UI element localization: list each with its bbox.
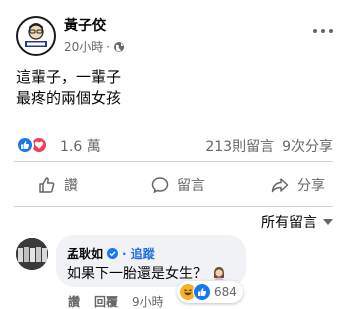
commenter-avatar[interactable] <box>16 238 48 270</box>
follow-link[interactable]: · 追蹤 <box>122 245 155 262</box>
like-button-label: 讚 <box>64 178 78 194</box>
caret-down-icon <box>323 219 333 225</box>
comment-time[interactable]: 9小時 <box>132 293 164 309</box>
globe-icon <box>114 41 125 52</box>
author-avatar[interactable] <box>16 16 56 56</box>
reaction-icons[interactable] <box>16 136 48 154</box>
comment-reactions[interactable]: 684 <box>177 281 243 303</box>
comment-text-row: 如果下一胎還是女生？ <box>67 263 227 283</box>
reaction-count[interactable]: 1.6 萬 <box>60 136 101 156</box>
post-meta: 20小時 · <box>64 38 125 55</box>
thumbs-up-icon <box>39 177 55 193</box>
share-count[interactable]: 9次分享 <box>282 136 333 156</box>
person-emoji-icon <box>214 267 224 280</box>
like-button[interactable]: 讚 <box>38 170 78 200</box>
comment-reply-button[interactable]: 回覆 <box>94 293 118 309</box>
post-time[interactable]: 20小時 <box>64 38 103 55</box>
comment-count[interactable]: 213則留言 <box>205 136 274 156</box>
post-stats: 213則留言 9次分享 <box>205 136 333 156</box>
divider <box>14 206 333 207</box>
share-button[interactable]: 分享 <box>271 170 325 200</box>
comment-button-label: 留言 <box>177 178 205 194</box>
comment-button[interactable]: 留言 <box>151 170 205 200</box>
comment-filter-dropdown[interactable]: 所有留言 <box>261 212 333 232</box>
commenter-info: 孟耿如 · 追蹤 <box>67 245 155 262</box>
comment-like-button[interactable]: 讚 <box>68 293 80 309</box>
post-text-line-2: 最疼的兩個女孩 <box>16 89 122 107</box>
author-name[interactable]: 黃子佼 <box>64 15 106 35</box>
comment-text: 如果下一胎還是女生？ <box>67 266 207 282</box>
like-reaction-icon <box>193 283 211 301</box>
meta-separator: · <box>106 39 111 54</box>
verified-badge-icon <box>107 248 119 259</box>
share-arrow-icon <box>271 178 289 193</box>
comment-filter-label: 所有留言 <box>261 215 317 231</box>
speech-bubble-icon <box>151 177 169 194</box>
comment-reaction-count: 684 <box>214 285 237 299</box>
commenter-name[interactable]: 孟耿如 <box>67 245 103 262</box>
more-options-icon[interactable] <box>313 26 333 36</box>
like-reaction-icon <box>16 136 34 154</box>
comment-actions: 讚 回覆 9小時 <box>68 293 164 309</box>
share-button-label: 分享 <box>297 178 325 194</box>
divider <box>14 161 333 162</box>
post-text-line-1: 這輩子，一輩子 <box>16 68 122 86</box>
